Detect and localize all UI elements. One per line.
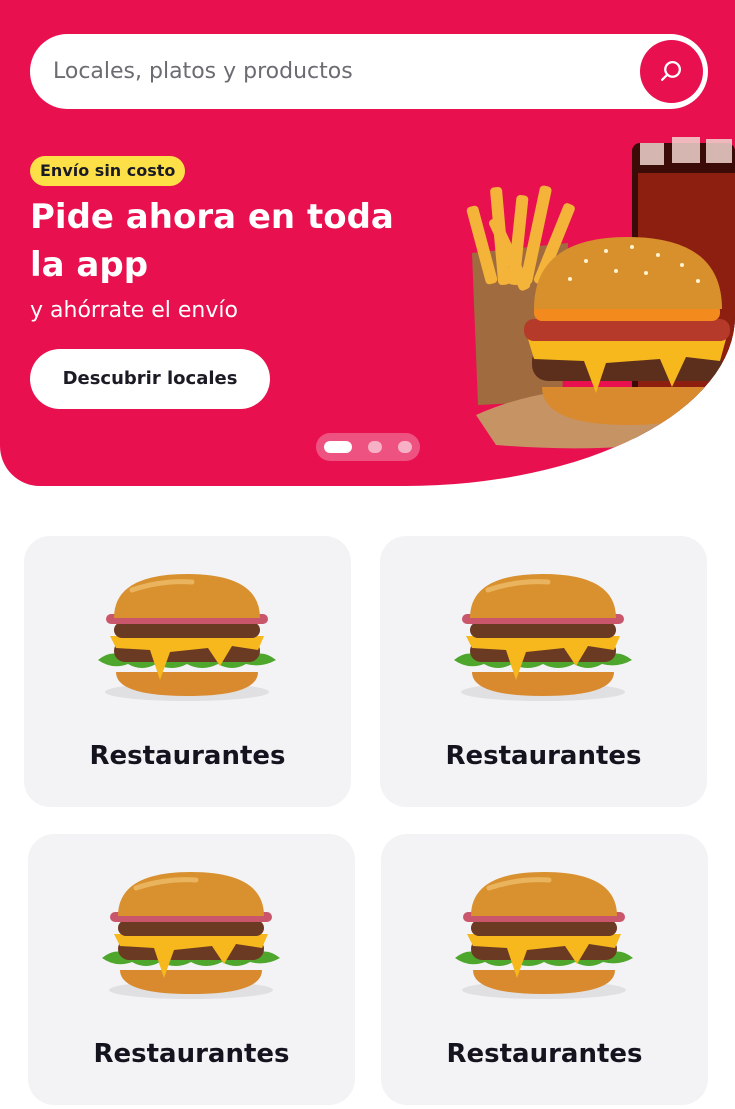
carousel-dot-3[interactable] — [398, 441, 412, 453]
category-label: Restaurantes — [89, 741, 286, 771]
category-card-restaurantes[interactable]: Restaurantes — [28, 834, 355, 1105]
discover-stores-button[interactable]: Descubrir locales — [30, 349, 270, 409]
burger-image — [448, 574, 638, 704]
promo-banner[interactable]: Locales, platos y productos Envío sin co… — [0, 0, 735, 486]
search-input[interactable]: Locales, platos y productos — [53, 34, 353, 109]
burger-fries-soda-image — [466, 137, 735, 449]
category-label: Restaurantes — [93, 1039, 290, 1069]
free-delivery-badge: Envío sin costo — [30, 156, 186, 186]
search-icon — [660, 60, 681, 81]
banner-title: Pide ahora en toda la app — [30, 197, 394, 285]
banner-subtitle: y ahórrate el envío — [30, 298, 238, 323]
search-button[interactable] — [640, 40, 703, 103]
category-card-restaurantes[interactable]: Restaurantes — [381, 834, 708, 1105]
burger-image — [96, 872, 286, 1002]
search-bar[interactable]: Locales, platos y productos — [30, 34, 708, 109]
burger-image — [92, 574, 282, 704]
burger-image — [449, 872, 639, 1002]
category-card-restaurantes[interactable]: Restaurantes — [380, 536, 707, 807]
category-label: Restaurantes — [445, 741, 642, 771]
carousel-dot-2[interactable] — [368, 441, 382, 453]
carousel-dot-1[interactable] — [324, 441, 352, 453]
category-card-restaurantes[interactable]: Restaurantes — [24, 536, 351, 807]
category-label: Restaurantes — [446, 1039, 643, 1069]
carousel-indicator — [316, 433, 420, 461]
